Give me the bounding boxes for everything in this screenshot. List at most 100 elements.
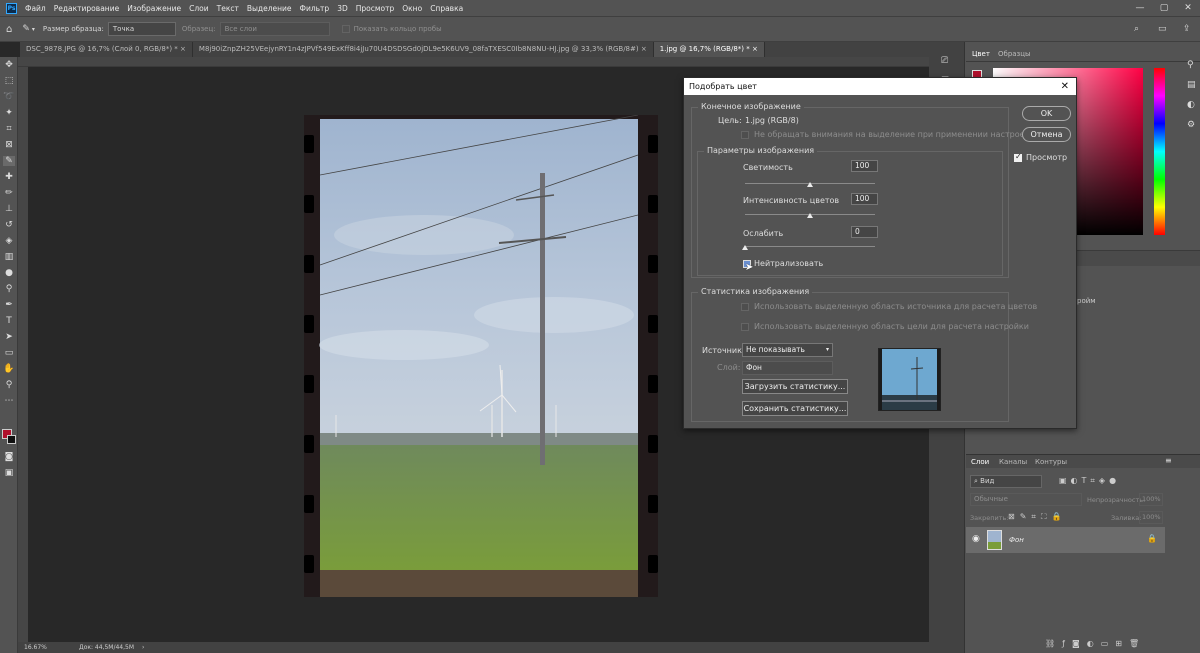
more-tools-icon[interactable]: ⋯: [3, 396, 15, 406]
type-tool-icon[interactable]: T: [3, 316, 15, 326]
pen-tool-icon[interactable]: ✒: [3, 300, 15, 310]
menu-type[interactable]: Текст: [217, 4, 239, 13]
preview-checkbox[interactable]: [1014, 152, 1022, 162]
tab-doc-2[interactable]: M8j90iZnpZH25VEejynRY1n4zJPVf549ExKff8i4…: [193, 42, 654, 57]
use-source-selection-checkbox[interactable]: [741, 303, 749, 311]
move-tool-icon[interactable]: ✥: [3, 60, 15, 70]
close-icon[interactable]: ✕: [1176, 0, 1200, 16]
dodge-tool-icon[interactable]: ⚲: [3, 284, 15, 294]
share-icon[interactable]: ⇪: [1183, 24, 1191, 34]
layer-name[interactable]: Фон: [1009, 536, 1024, 544]
intensity-slider-thumb[interactable]: [807, 213, 813, 218]
layer-bottom-icons[interactable]: ⛓ƒ◙◐▭⊞🗑: [1045, 639, 1146, 648]
eye-icon[interactable]: ◉: [972, 534, 980, 544]
tab-label: 1.jpg @ 16,7% (RGB/8*) *: [659, 45, 750, 53]
close-icon[interactable]: ×: [180, 45, 186, 53]
menu-view[interactable]: Просмотр: [356, 4, 395, 13]
kind-filter-select[interactable]: ⌕ Вид: [970, 475, 1042, 488]
sample-size-select[interactable]: Точка: [107, 22, 176, 36]
hand-tool-icon[interactable]: ✋: [3, 364, 15, 374]
lasso-tool-icon[interactable]: ➰: [3, 92, 15, 102]
menu-image[interactable]: Изображение: [127, 4, 181, 13]
zoom-level[interactable]: 16.67%: [24, 642, 79, 653]
close-icon[interactable]: ✕: [1061, 78, 1069, 95]
opacity-field[interactable]: 100%: [1139, 493, 1163, 506]
sample-select[interactable]: Все слои: [219, 22, 330, 36]
sample-size-label: Размер образца:: [42, 25, 104, 33]
load-statistics-button[interactable]: Загрузить статистику...: [742, 379, 848, 394]
tab-paths[interactable]: Контуры: [1035, 458, 1067, 466]
home-icon[interactable]: ⌂: [6, 24, 12, 35]
gradient-tool-icon[interactable]: ▥: [3, 252, 15, 262]
source-select[interactable]: Не показывать ▾: [742, 343, 833, 357]
fade-track[interactable]: [745, 246, 875, 247]
menu-layers[interactable]: Слои: [189, 4, 209, 13]
menu-edit[interactable]: Редактирование: [54, 4, 119, 13]
minimize-icon[interactable]: —: [1128, 0, 1152, 16]
menu-filter[interactable]: Фильтр: [300, 4, 330, 13]
eraser-tool-icon[interactable]: ◈: [3, 236, 15, 246]
screen-mode-icon[interactable]: ▭: [1158, 24, 1167, 34]
history-icon[interactable]: ⎚: [941, 56, 948, 66]
ok-button[interactable]: OK: [1022, 106, 1071, 121]
tab-color[interactable]: Цвет: [972, 50, 990, 58]
layer-select[interactable]: Фон: [742, 361, 833, 375]
menu-file[interactable]: Файл: [25, 4, 46, 13]
lock-icons[interactable]: ⊠✎⌗⛶🔒: [1008, 512, 1066, 522]
tab-label: DSC_9878.JPG @ 16,7% (Слой 0, RGB/8*) *: [26, 45, 178, 53]
intensity-input[interactable]: 100: [851, 193, 878, 205]
ring-checkbox[interactable]: [341, 25, 350, 33]
ignore-selection-checkbox[interactable]: [741, 131, 749, 139]
tab-doc-1[interactable]: DSC_9878.JPG @ 16,7% (Слой 0, RGB/8*) * …: [20, 42, 193, 57]
blur-tool-icon[interactable]: ●: [3, 268, 15, 278]
close-icon[interactable]: ×: [752, 45, 758, 53]
hue-slider[interactable]: [1154, 68, 1165, 235]
luminance-input[interactable]: 100: [851, 160, 878, 172]
crop-tool-icon[interactable]: ⌗: [3, 124, 15, 134]
eyedropper-icon[interactable]: ✎: [22, 24, 30, 34]
maximize-icon[interactable]: ▢: [1152, 0, 1176, 16]
menu-3d[interactable]: 3D: [337, 4, 348, 13]
use-target-selection-checkbox[interactable]: [741, 323, 749, 331]
fade-slider-thumb[interactable]: [742, 245, 748, 250]
chevron-down-icon[interactable]: ▾: [32, 26, 35, 33]
close-icon[interactable]: ×: [641, 45, 647, 53]
tab-doc-3[interactable]: 1.jpg @ 16,7% (RGB/8*) * ×: [653, 42, 765, 57]
marquee-tool-icon[interactable]: ⬚: [3, 76, 15, 86]
screen-mode-icon[interactable]: ▣: [3, 468, 15, 478]
source-value: Не показывать: [746, 345, 805, 354]
tab-channels[interactable]: Каналы: [999, 458, 1027, 466]
search-icon[interactable]: ⌕: [1134, 24, 1139, 34]
chevron-right-icon[interactable]: ›: [142, 642, 144, 653]
filter-icons[interactable]: ▣◐T⌗◈●: [1059, 476, 1120, 486]
menu-help[interactable]: Справка: [430, 4, 463, 13]
zoom-tool-icon[interactable]: ⚲: [3, 380, 15, 390]
status-bar: 16.67% Док: 44,5M/44,5M ›: [18, 642, 929, 653]
background-color-swatch[interactable]: [7, 435, 16, 444]
menu-select[interactable]: Выделение: [247, 4, 292, 13]
magic-wand-icon[interactable]: ✦: [3, 108, 15, 118]
healing-tool-icon[interactable]: ✚: [3, 172, 15, 182]
save-statistics-button[interactable]: Сохранить статистику...: [742, 401, 848, 416]
tab-swatches[interactable]: Образцы: [998, 50, 1031, 58]
path-select-icon[interactable]: ➤: [3, 332, 15, 342]
frame-tool-icon[interactable]: ⊠: [3, 140, 15, 150]
brush-tool-icon[interactable]: ✏: [3, 188, 15, 198]
menu-window[interactable]: Окно: [402, 4, 422, 13]
dialog-titlebar: Подобрать цвет ✕: [684, 78, 1076, 95]
panel-menu-icon[interactable]: ≡: [1165, 456, 1172, 465]
fill-field[interactable]: 100%: [1139, 511, 1163, 524]
eyedropper-tool-icon[interactable]: ✎: [3, 156, 15, 166]
learn-icon[interactable]: ⚲ ▤ ◐ ⚙: [1187, 55, 1196, 135]
layer-row[interactable]: ◉ Фон 🔒: [966, 527, 1165, 553]
quick-mask-icon[interactable]: ◙: [3, 452, 15, 462]
fade-input[interactable]: 0: [851, 226, 878, 238]
cancel-button[interactable]: Отмена: [1022, 127, 1071, 142]
shape-tool-icon[interactable]: ▭: [3, 348, 15, 358]
luminance-slider-thumb[interactable]: [807, 182, 813, 187]
vertical-ruler: [18, 67, 28, 642]
history-brush-icon[interactable]: ↺: [3, 220, 15, 230]
tab-layers[interactable]: Слои: [971, 458, 989, 466]
blend-mode-select[interactable]: Обычные: [970, 493, 1082, 506]
stamp-tool-icon[interactable]: ⊥: [3, 204, 15, 214]
